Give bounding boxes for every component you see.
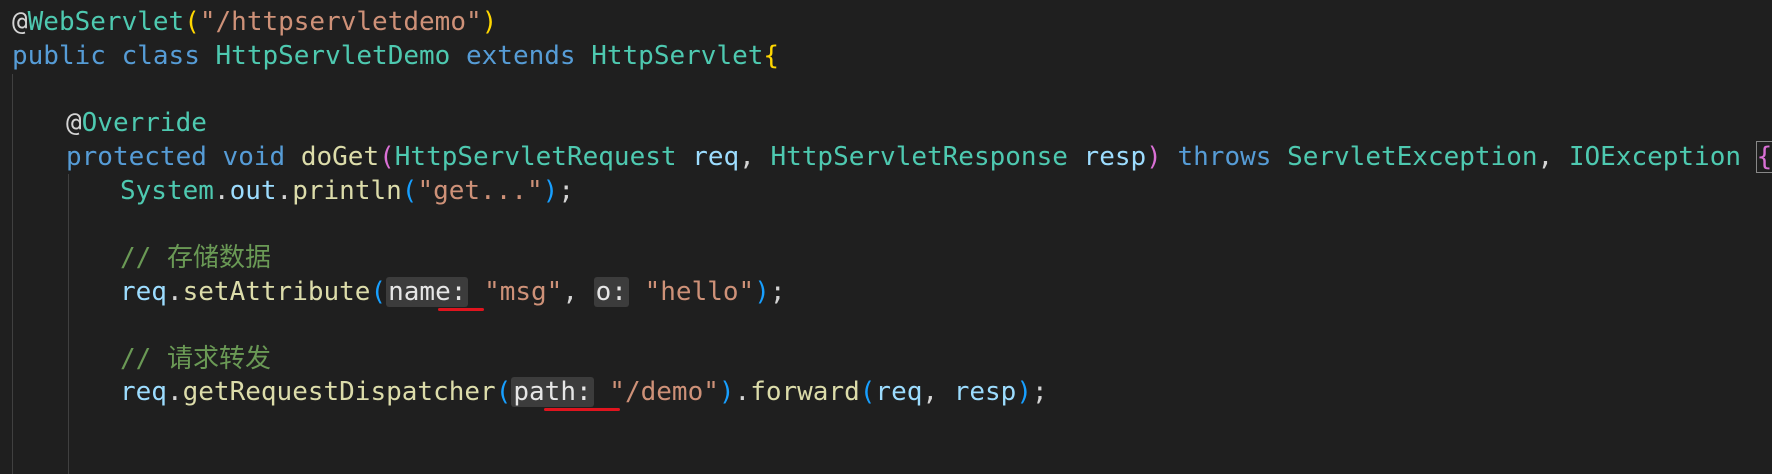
- paren-open: (: [379, 142, 395, 172]
- keyword-protected: protected: [66, 142, 207, 172]
- keyword-void: void: [222, 142, 286, 172]
- paren-open: (: [859, 377, 876, 407]
- underline-demo: [544, 408, 620, 411]
- exception-type: ServletException: [1287, 142, 1538, 172]
- underline-msg: [438, 308, 484, 311]
- comma: ,: [1537, 142, 1554, 172]
- keyword-class: class: [121, 41, 200, 71]
- comment-store-data: // 存储数据: [120, 243, 271, 273]
- code-line-4: @Override: [66, 104, 207, 142]
- param-type: HttpServletResponse: [770, 142, 1068, 172]
- dot: .: [166, 277, 183, 307]
- arg-resp: resp: [953, 377, 1017, 407]
- comma: ,: [739, 142, 755, 172]
- req-object: req: [120, 377, 167, 407]
- string-demo-path: "/demo": [609, 377, 719, 407]
- arg-req: req: [875, 377, 923, 407]
- keyword-public: public: [12, 41, 106, 71]
- dot: .: [276, 176, 293, 206]
- semicolon: ;: [558, 176, 574, 206]
- param-name: resp: [1083, 142, 1147, 172]
- string-hello: "hello": [644, 277, 755, 307]
- string-msg: "msg": [484, 277, 563, 307]
- paren-close: ): [481, 7, 498, 37]
- annotation-name: Override: [81, 108, 207, 138]
- code-line-6: System.out.println("get...");: [120, 172, 574, 210]
- indent-guide-method: [68, 174, 69, 474]
- dot: .: [734, 377, 751, 407]
- paren-close: ): [754, 277, 770, 307]
- paren-open: (: [495, 377, 512, 407]
- semicolon: ;: [769, 277, 786, 307]
- dot: .: [213, 176, 230, 206]
- param-hint-path: path:: [511, 377, 594, 407]
- code-line-2: public class HttpServletDemo extends Htt…: [12, 37, 779, 75]
- param-type: HttpServletRequest: [394, 142, 677, 172]
- paren-close: ): [718, 377, 735, 407]
- code-line-9: req.setAttribute(name: "msg", o: "hello"…: [120, 273, 786, 311]
- paren-open: (: [370, 277, 387, 307]
- dot: .: [166, 377, 183, 407]
- url-pattern-string: "/httpservletdemo": [199, 7, 482, 37]
- getrequestdispatcher-method: getRequestDispatcher: [182, 377, 496, 407]
- keyword-throws: throws: [1177, 142, 1272, 172]
- forward-method: forward: [750, 377, 860, 407]
- indent-guide-class: [12, 74, 13, 474]
- code-editor[interactable]: @WebServlet("/httpservletdemo") public c…: [0, 0, 1772, 474]
- annotation-at: @: [12, 7, 28, 37]
- paren-close: ): [1146, 142, 1162, 172]
- comma: ,: [562, 277, 578, 307]
- class-brace-open: {: [763, 41, 780, 71]
- setattribute-method: setAttribute: [182, 277, 371, 307]
- code-line-1: @WebServlet("/httpservletdemo"): [12, 3, 497, 41]
- paren-close: ): [1016, 377, 1032, 407]
- param-hint-name: name:: [386, 277, 469, 307]
- paren-close: ): [542, 176, 559, 206]
- param-name: req: [692, 142, 740, 172]
- annotation-at: @: [66, 108, 82, 138]
- paren-open: (: [401, 176, 418, 206]
- code-line-12: req.getRequestDispatcher(path: "/demo").…: [120, 373, 1048, 411]
- method-name: doGet: [300, 142, 380, 172]
- comma: ,: [922, 377, 939, 407]
- keyword-extends: extends: [465, 41, 576, 71]
- code-line-5: protected void doGet(HttpServletRequest …: [66, 138, 1772, 176]
- exception-type: IOException: [1568, 142, 1742, 172]
- method-brace-open: {: [1755, 141, 1772, 173]
- println-method: println: [292, 176, 402, 206]
- superclass-name: HttpServlet: [591, 41, 764, 71]
- req-object: req: [120, 277, 167, 307]
- system-class: System: [120, 176, 214, 206]
- out-field: out: [229, 176, 277, 206]
- string-literal: "get...": [417, 176, 543, 206]
- class-name: HttpServletDemo: [215, 41, 451, 71]
- annotation-name: WebServlet: [27, 7, 185, 37]
- semicolon: ;: [1031, 377, 1048, 407]
- param-hint-o: o:: [593, 277, 629, 307]
- paren-open: (: [184, 7, 200, 37]
